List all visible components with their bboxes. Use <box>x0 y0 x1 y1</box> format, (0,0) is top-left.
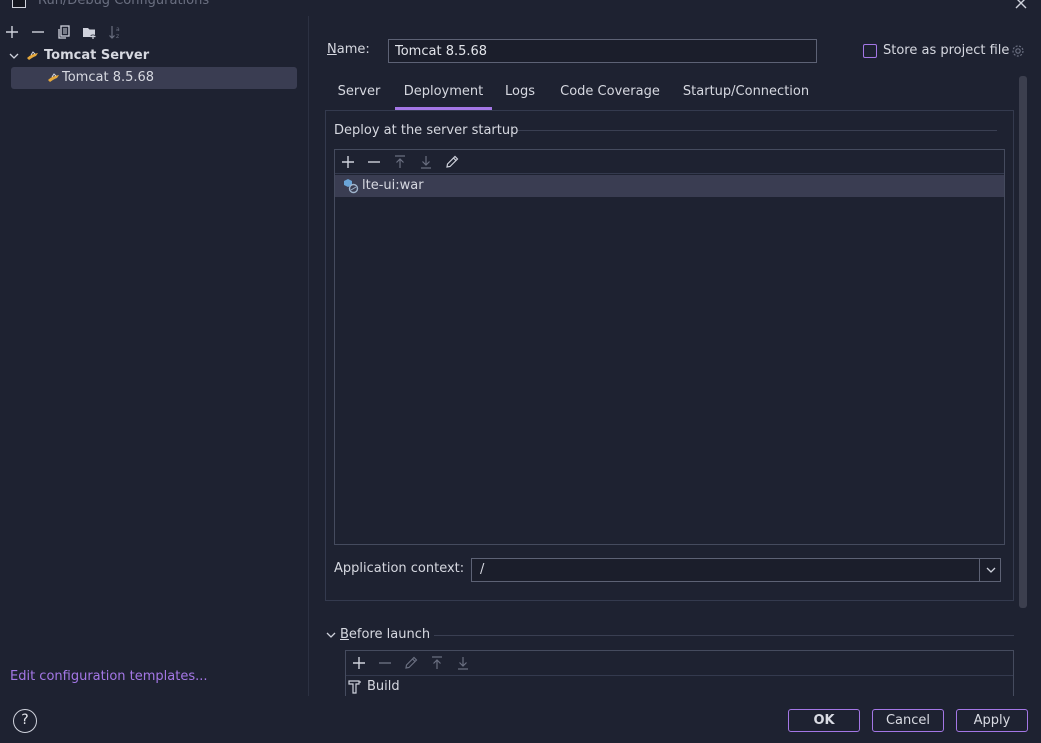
add-icon[interactable] <box>351 655 367 671</box>
configuration-tree-panel <box>0 16 309 696</box>
add-icon[interactable] <box>340 154 356 170</box>
application-context-label: Application context: <box>334 561 465 576</box>
tab-logs[interactable]: Logs <box>498 78 542 110</box>
chevron-down-icon[interactable] <box>984 563 998 577</box>
tree-item-tomcat-8-5-68[interactable]: Tomcat 8.5.68 <box>11 67 297 89</box>
remove-icon[interactable] <box>366 154 382 170</box>
deploy-section-heading: Deploy at the server startup <box>334 123 519 138</box>
artifact-list[interactable] <box>334 149 1005 545</box>
store-as-project-file-label[interactable]: Store as project file <box>883 43 1009 58</box>
application-context-combobox[interactable]: / <box>471 558 1001 582</box>
ok-button[interactable]: OK <box>788 709 860 732</box>
title-bar: Run/Debug Configurations <box>0 0 1041 12</box>
close-icon[interactable] <box>1014 0 1028 10</box>
move-up-icon[interactable] <box>429 655 445 671</box>
name-input[interactable] <box>388 39 817 63</box>
tab-deployment[interactable]: Deployment <box>395 78 492 110</box>
gear-icon[interactable] <box>1010 43 1026 59</box>
before-launch-toolbar <box>346 651 1013 676</box>
edit-icon[interactable] <box>444 154 460 170</box>
list-item[interactable]: lte-ui:war <box>335 175 1004 197</box>
build-hammer-icon <box>348 680 361 694</box>
edit-icon[interactable] <box>403 655 419 671</box>
combobox-separator <box>979 559 980 581</box>
cancel-button[interactable]: Cancel <box>872 709 944 732</box>
tree-group-tomcat-server[interactable]: Tomcat Server <box>8 46 298 66</box>
move-down-icon[interactable] <box>455 655 471 671</box>
move-down-icon[interactable] <box>418 154 434 170</box>
store-as-project-file-checkbox[interactable] <box>863 44 877 58</box>
chevron-down-icon[interactable] <box>325 629 337 641</box>
help-button[interactable]: ? <box>13 709 37 733</box>
tab-startup-connection[interactable]: Startup/Connection <box>678 78 814 110</box>
tab-server[interactable]: Server <box>325 78 393 110</box>
edit-configuration-templates-link[interactable]: Edit configuration templates... <box>10 669 208 684</box>
section-divider <box>518 130 997 131</box>
config-tabs: Server Deployment Logs Code Coverage Sta… <box>325 78 1015 110</box>
remove-icon[interactable] <box>377 655 393 671</box>
tab-code-coverage[interactable]: Code Coverage <box>556 78 664 110</box>
section-divider <box>434 635 1014 636</box>
apply-button[interactable]: Apply <box>956 709 1028 732</box>
artifact-toolbar <box>335 150 1004 174</box>
before-launch-task-label: Build <box>367 679 400 694</box>
chevron-down-icon[interactable] <box>8 50 20 62</box>
tomcat-icon <box>48 73 59 82</box>
artifact-label: lte-ui:war <box>362 178 424 193</box>
tree-item-label: Tomcat 8.5.68 <box>62 70 155 85</box>
name-label: Name: <box>327 42 370 57</box>
artifact-icon <box>344 179 359 194</box>
before-launch-heading[interactable]: Before launch <box>340 627 430 642</box>
move-up-icon[interactable] <box>392 154 408 170</box>
tree-group-label: Tomcat Server <box>44 48 150 63</box>
tomcat-icon <box>27 51 38 60</box>
window-title: Run/Debug Configurations <box>38 0 210 8</box>
intellij-app-icon <box>12 0 26 8</box>
vertical-scrollbar[interactable] <box>1019 76 1027 608</box>
application-context-value[interactable]: / <box>480 562 484 577</box>
